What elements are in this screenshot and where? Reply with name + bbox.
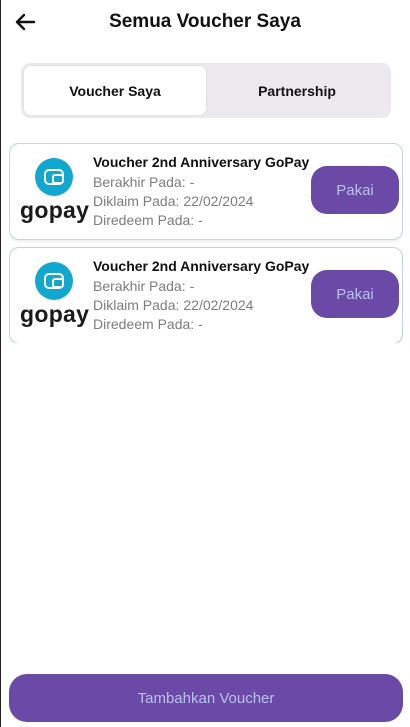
brand-name: gopay (20, 301, 90, 327)
use-voucher-button[interactable]: Pakai (311, 270, 399, 318)
header: Semua Voucher Saya (0, 0, 410, 46)
expires-value: - (189, 174, 195, 190)
redeemed-line: Diredeem Pada: - (93, 212, 203, 228)
window-edge (0, 0, 1, 727)
claimed-value: 22/02/2024 (183, 297, 254, 313)
claimed-value: 22/02/2024 (183, 193, 254, 209)
use-voucher-button[interactable]: Pakai (311, 166, 399, 214)
voucher-card[interactable]: gopay Voucher 2nd Anniversary GoPay Bera… (9, 143, 403, 240)
expires-value: - (189, 278, 195, 294)
gopay-logo: gopay (20, 158, 90, 224)
redeemed-value: - (198, 212, 203, 228)
tab-bar: Voucher Saya Partnership (21, 63, 391, 118)
expires-line: Berakhir Pada: - (93, 174, 194, 190)
claimed-label: Diklaim Pada: (93, 297, 180, 313)
page-title: Semua Voucher Saya (109, 11, 301, 32)
claimed-line: Diklaim Pada: 22/02/2024 (93, 193, 253, 209)
voucher-title: Voucher 2nd Anniversary GoPay (93, 154, 310, 170)
redeemed-label: Diredeem Pada: (93, 316, 195, 332)
gopay-circle (35, 158, 73, 196)
wallet-icon (44, 273, 64, 289)
gopay-logo: gopay (20, 262, 90, 328)
expires-line: Berakhir Pada: - (93, 278, 194, 294)
gopay-circle (35, 262, 73, 300)
expires-label: Berakhir Pada: (93, 174, 186, 190)
tab-partnership[interactable]: Partnership (206, 66, 388, 115)
voucher-card[interactable]: gopay Voucher 2nd Anniversary GoPay Bera… (9, 247, 403, 343)
voucher-list: gopay Voucher 2nd Anniversary GoPay Bera… (9, 143, 403, 343)
brand-name: gopay (20, 197, 90, 223)
redeemed-label: Diredeem Pada: (93, 212, 195, 228)
claimed-line: Diklaim Pada: 22/02/2024 (93, 297, 253, 313)
redeemed-value: - (198, 316, 203, 332)
add-voucher-button[interactable]: Tambahkan Voucher (9, 674, 403, 722)
claimed-label: Diklaim Pada: (93, 193, 180, 209)
voucher-title: Voucher 2nd Anniversary GoPay (93, 258, 310, 274)
tab-voucher-saya[interactable]: Voucher Saya (24, 66, 206, 115)
wallet-icon (44, 169, 64, 185)
expires-label: Berakhir Pada: (93, 278, 186, 294)
redeemed-line: Diredeem Pada: - (93, 316, 203, 332)
